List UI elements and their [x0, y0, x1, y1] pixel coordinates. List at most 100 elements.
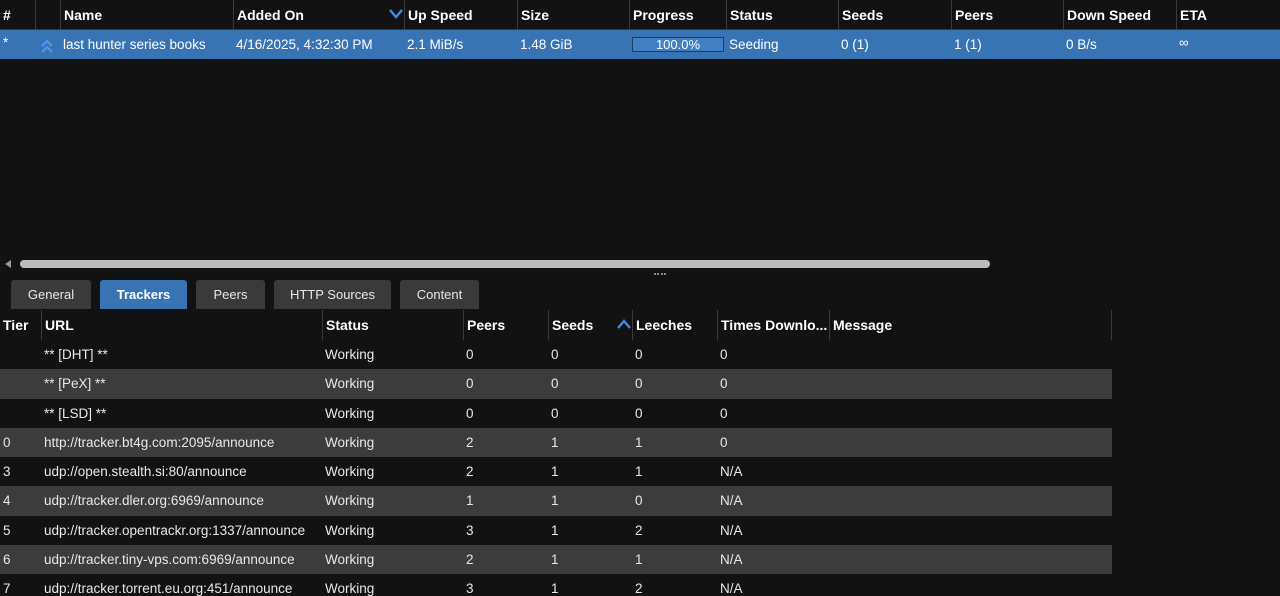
tracker-seeds: 1 — [551, 434, 559, 450]
column-header-seeds-label: Seeds — [552, 317, 594, 333]
torrent-seeds: 0 (1) — [841, 37, 869, 52]
column-header-size[interactable]: Size — [517, 0, 629, 30]
tracker-url: http://tracker.bt4g.com:2095/announce — [44, 434, 275, 450]
tracker-seeds: 0 — [551, 347, 559, 362]
torrent-row[interactable]: * last hunter series books 4/16/2025, 4:… — [0, 30, 1280, 59]
tracker-row[interactable]: 4 udp://tracker.dler.org:6969/announce Wor… — [0, 486, 1112, 516]
torrent-priority — [35, 30, 60, 59]
tracker-peers: 0 — [466, 347, 474, 362]
tracker-message — [829, 486, 1112, 515]
tracker-seeds: 1 — [551, 552, 559, 568]
tracker-message — [829, 369, 1112, 398]
torrent-list-header: # Name Added On Up Speed Size Progress S… — [0, 0, 1280, 30]
tracker-url: udp://tracker.opentrackr.org:1337/announ… — [44, 522, 306, 538]
column-header-times-downloaded[interactable]: Times Downlo... — [717, 310, 829, 340]
tracker-tier: 5 — [3, 522, 11, 538]
tracker-times-downloaded: N/A — [720, 493, 743, 509]
tracker-url: udp://open.stealth.si:80/announce — [44, 464, 247, 480]
column-header-eta[interactable]: ETA — [1176, 0, 1280, 30]
column-header-status[interactable]: Status — [726, 0, 838, 30]
tracker-status: Working — [325, 552, 375, 568]
torrent-down-speed: 0 B/s — [1066, 37, 1097, 52]
column-header-queue[interactable]: # — [0, 0, 35, 30]
column-header-url[interactable]: URL — [41, 310, 322, 340]
tracker-tier: 3 — [3, 464, 11, 480]
tracker-row[interactable]: ** [DHT] ** Working 0 0 0 0 — [0, 340, 1112, 369]
tracker-seeds: 0 — [551, 405, 559, 421]
tracker-times-downloaded: N/A — [720, 581, 743, 596]
column-header-peers[interactable]: Peers — [951, 0, 1063, 30]
column-header-added-on[interactable]: Added On — [233, 0, 404, 30]
column-header-seeds[interactable]: Seeds — [548, 310, 632, 340]
column-header-progress[interactable]: Progress — [629, 0, 726, 30]
tracker-message — [829, 399, 1112, 428]
tracker-leeches: 0 — [635, 493, 643, 509]
tracker-message — [829, 340, 1112, 369]
tracker-seeds: 0 — [551, 376, 559, 392]
column-header-tier[interactable]: Tier — [0, 310, 41, 340]
column-header-status[interactable]: Status — [322, 310, 463, 340]
tab-general[interactable]: General — [11, 280, 91, 309]
tab-content[interactable]: Content — [400, 280, 479, 309]
splitter-grip-icon[interactable] — [654, 273, 666, 277]
tracker-status: Working — [325, 493, 375, 509]
tracker-tier — [0, 340, 41, 369]
tracker-row[interactable]: ** [LSD] ** Working 0 0 0 0 — [0, 399, 1112, 428]
tab-http-sources[interactable]: HTTP Sources — [274, 280, 391, 309]
sort-ascending-icon — [617, 319, 631, 329]
tracker-leeches: 1 — [635, 552, 643, 568]
column-header-seeds[interactable]: Seeds — [838, 0, 951, 30]
scroll-left-arrow-icon[interactable] — [5, 260, 11, 268]
column-header-priority[interactable] — [35, 0, 60, 30]
tracker-message — [829, 545, 1112, 574]
tracker-row[interactable]: 6 udp://tracker.tiny-vps.com:6969/announc… — [0, 545, 1112, 575]
column-header-down-speed[interactable]: Down Speed — [1063, 0, 1176, 30]
torrent-queue: * — [3, 35, 9, 50]
tracker-tier — [0, 369, 41, 398]
tracker-row[interactable]: 3 udp://open.stealth.si:80/announce Workin… — [0, 457, 1112, 486]
tracker-seeds: 1 — [551, 493, 559, 509]
tab-peers[interactable]: Peers — [196, 280, 265, 309]
double-chevron-up-icon — [41, 39, 53, 53]
trackers-table: Tier URL Status Peers Seeds Leeches Time… — [0, 310, 1280, 596]
torrent-up-speed: 2.1 MiB/s — [407, 37, 464, 52]
torrent-size: 1.48 GiB — [520, 37, 573, 52]
tracker-url: udp://tracker.torrent.eu.org:451/announc… — [44, 581, 293, 596]
tracker-message — [829, 457, 1112, 486]
column-header-peers[interactable]: Peers — [463, 310, 548, 340]
tracker-peers: 0 — [466, 376, 474, 392]
tracker-url: ** [PeX] ** — [44, 376, 106, 392]
tracker-message — [829, 428, 1112, 457]
column-header-leeches[interactable]: Leeches — [632, 310, 717, 340]
trackers-table-header: Tier URL Status Peers Seeds Leeches Time… — [0, 310, 1112, 340]
tracker-row[interactable]: 0 http://tracker.bt4g.com:2095/announce Wo… — [0, 427, 1112, 458]
torrent-client-window: # Name Added On Up Speed Size Progress S… — [0, 0, 1280, 596]
tracker-times-downloaded: 0 — [720, 347, 728, 362]
trackers-table-body: ** [DHT] ** Working 0 0 0 0 ** [PeX] ** Working… — [0, 340, 1112, 596]
column-header-up-speed[interactable]: Up Speed — [404, 0, 517, 30]
tracker-tier: 4 — [3, 493, 11, 509]
tracker-status: Working — [325, 405, 375, 421]
horizontal-scrollbar[interactable] — [0, 258, 1280, 270]
tracker-leeches: 2 — [635, 522, 643, 538]
torrent-peers: 1 (1) — [954, 37, 982, 52]
tab-trackers[interactable]: Trackers — [100, 280, 187, 309]
tracker-status: Working — [325, 522, 375, 538]
properties-tab-bar: General Trackers Peers HTTP Sources Cont… — [0, 278, 1280, 311]
tracker-times-downloaded: 0 — [720, 405, 728, 421]
tracker-row[interactable]: 7 udp://tracker.torrent.eu.org:451/announ… — [0, 574, 1112, 596]
tracker-url: ** [LSD] ** — [44, 405, 107, 421]
tracker-times-downloaded: 0 — [720, 434, 728, 450]
tracker-row[interactable]: 5 udp://tracker.opentrackr.org:1337/annou… — [0, 516, 1112, 545]
tracker-peers: 2 — [466, 434, 474, 450]
column-header-message[interactable]: Message — [829, 310, 1112, 340]
tracker-peers: 1 — [466, 493, 474, 509]
scrollbar-thumb[interactable] — [20, 260, 990, 268]
panel-splitter[interactable] — [0, 270, 1280, 278]
column-header-name[interactable]: Name — [60, 0, 233, 30]
tracker-times-downloaded: N/A — [720, 522, 743, 538]
tracker-status: Working — [325, 347, 375, 362]
torrent-added-on: 4/16/2025, 4:32:30 PM — [236, 37, 373, 52]
tracker-row[interactable]: ** [PeX] ** Working 0 0 0 0 — [0, 369, 1112, 399]
tracker-tier: 7 — [3, 581, 11, 596]
